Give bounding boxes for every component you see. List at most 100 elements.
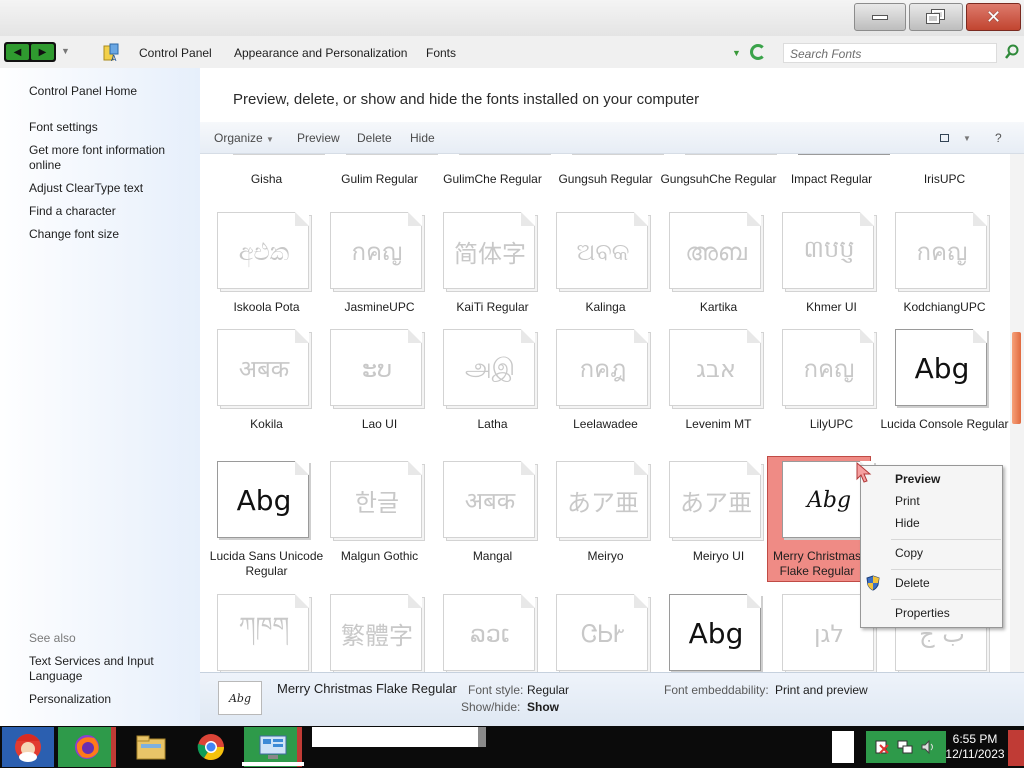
font-sample-text: กคญ <box>803 355 855 383</box>
show-hide-value: Show <box>527 700 559 714</box>
font-preview-icon: กคญ <box>330 212 426 292</box>
recent-pages-chevron-icon[interactable]: ▼ <box>61 46 70 56</box>
font-style-label: Font style: <box>468 683 524 697</box>
font-sample-text: Abg <box>236 484 292 517</box>
start-button-icon[interactable] <box>2 727 54 767</box>
view-options-chevron-icon[interactable]: ▼ <box>963 134 971 143</box>
menu-item-hide[interactable]: Hide <box>895 516 920 530</box>
clock-time: 6:55 PM <box>952 732 998 746</box>
font-preview-icon: あア亜 <box>556 461 652 541</box>
refresh-icon[interactable] <box>750 44 766 60</box>
font-preview-icon: กคฎ <box>556 329 652 409</box>
font-page: ລວເ <box>443 594 535 671</box>
restore-icon <box>926 9 945 24</box>
font-page: அஇ <box>443 329 535 406</box>
font-label: IrisUPC <box>923 172 966 186</box>
taskbar-chrome[interactable] <box>182 727 240 767</box>
font-preview-icon: กคญ <box>895 212 991 292</box>
font-sample-text: ᏣᏏᎨ <box>581 619 625 648</box>
font-sample-text: 한글 <box>354 489 400 517</box>
taskbar-firefox[interactable] <box>58 727 116 767</box>
nav-buttons: ◀ ▶ <box>4 42 56 62</box>
menu-item-properties[interactable]: Properties <box>895 606 950 620</box>
control-panel-home-link[interactable]: Control Panel Home <box>29 84 189 99</box>
minimize-button[interactable] <box>854 3 906 31</box>
font-sample-text: 繁體字 <box>341 622 413 650</box>
font-page: അബ <box>669 212 761 289</box>
menu-item-print[interactable]: Print <box>895 494 920 508</box>
font-sample-text: अबक <box>238 355 290 383</box>
taskbar-blank-area <box>312 727 478 747</box>
restore-button[interactable] <box>909 3 963 31</box>
taskbar-control-panel[interactable] <box>244 727 302 767</box>
close-button[interactable]: ✕ <box>966 3 1021 31</box>
change-view-icon[interactable] <box>940 134 949 142</box>
show-desktop-button[interactable] <box>1008 730 1024 766</box>
font-page: あア亜 <box>669 461 761 538</box>
font-preview-icon: அஇ <box>443 329 539 409</box>
forward-button[interactable]: ▶ <box>31 44 54 60</box>
search-input[interactable]: Search Fonts <box>783 43 997 63</box>
text-services-link[interactable]: Text Services and Input Language <box>29 654 189 684</box>
change-font-size-link[interactable]: Change font size <box>29 227 189 242</box>
delete-button[interactable]: Delete <box>357 131 392 145</box>
font-preview-icon: अबक <box>217 329 313 409</box>
personalization-link[interactable]: Personalization <box>29 692 189 707</box>
organize-button[interactable]: Organize ▼ <box>214 131 274 145</box>
address-dropdown-icon[interactable]: ▼ <box>732 48 741 58</box>
preview-button[interactable]: Preview <box>297 131 340 145</box>
font-settings-link[interactable]: Font settings <box>29 120 189 135</box>
font-sample-text: Abg <box>688 617 744 650</box>
more-font-info-link[interactable]: Get more font information online <box>29 143 189 173</box>
breadcrumb-fonts[interactable]: Fonts <box>426 46 456 60</box>
taskbar-divider <box>478 727 486 747</box>
font-preview-icon: Abg <box>217 461 313 541</box>
context-menu: Preview Print Hide Copy Delete Propertie… <box>860 465 1003 628</box>
back-button[interactable]: ◀ <box>6 44 29 60</box>
hide-button[interactable]: Hide <box>410 131 435 145</box>
font-sample-text: אבג <box>696 354 736 383</box>
menu-separator <box>891 599 1001 600</box>
menu-item-delete[interactable]: Delete <box>895 576 930 590</box>
font-sample-text: あア亜 <box>680 489 752 517</box>
font-label: Merry Christmas Flake Regular <box>772 549 861 578</box>
search-icon[interactable] <box>1004 44 1020 60</box>
font-page: 简体字 <box>443 212 535 289</box>
font-page: 繁體字 <box>330 594 422 671</box>
volume-icon[interactable] <box>920 739 936 755</box>
font-page: ཀཁག <box>217 594 309 671</box>
action-center-icon[interactable] <box>874 739 890 755</box>
font-sample-text: ଅବକ <box>576 237 630 266</box>
font-preview-icon: ଅବକ <box>556 212 652 292</box>
menu-item-preview[interactable]: Preview <box>895 472 940 486</box>
font-page: กคฎ <box>556 329 648 406</box>
font-preview-icon: ៣បប្ញ <box>782 212 878 292</box>
font-preview-icon: 繁體字 <box>330 594 426 672</box>
font-sample-text: അബ <box>685 237 747 266</box>
font-sample-text: ៣បប្ញ <box>803 235 855 263</box>
font-page: Abg <box>895 329 987 406</box>
network-icon[interactable] <box>896 739 914 755</box>
menu-item-copy[interactable]: Copy <box>895 546 923 560</box>
font-label: Lucida Console Regular <box>880 417 1009 431</box>
find-character-link[interactable]: Find a character <box>29 204 189 219</box>
chrome-icon <box>197 734 225 761</box>
font-page: 한글 <box>330 461 422 538</box>
font-page: ៣បប្ញ <box>782 212 874 289</box>
breadcrumb-appearance[interactable]: Appearance and Personalization <box>234 46 407 60</box>
embeddability-label: Font embeddability: <box>664 683 769 697</box>
cleartype-link[interactable]: Adjust ClearType text <box>29 181 189 196</box>
help-icon[interactable]: ? <box>995 131 1002 145</box>
font-page: Abg <box>217 461 309 538</box>
breadcrumb-control-panel[interactable]: Control Panel <box>139 46 212 60</box>
font-preview-icon: ະບ <box>330 329 426 409</box>
system-clock[interactable]: 6:55 PM 12/11/2023 <box>944 732 1006 762</box>
scrollbar-thumb[interactable] <box>1012 332 1021 424</box>
svg-text:A: A <box>111 54 117 62</box>
font-sample-text: ཀཁག <box>238 612 290 640</box>
font-preview-icon: אבג <box>669 329 765 409</box>
font-preview-icon: Abg <box>895 329 991 409</box>
taskbar-file-explorer[interactable] <box>122 727 180 767</box>
font-page: ᏣᏏᎨ <box>556 594 648 671</box>
control-panel-icon: A <box>103 43 119 62</box>
